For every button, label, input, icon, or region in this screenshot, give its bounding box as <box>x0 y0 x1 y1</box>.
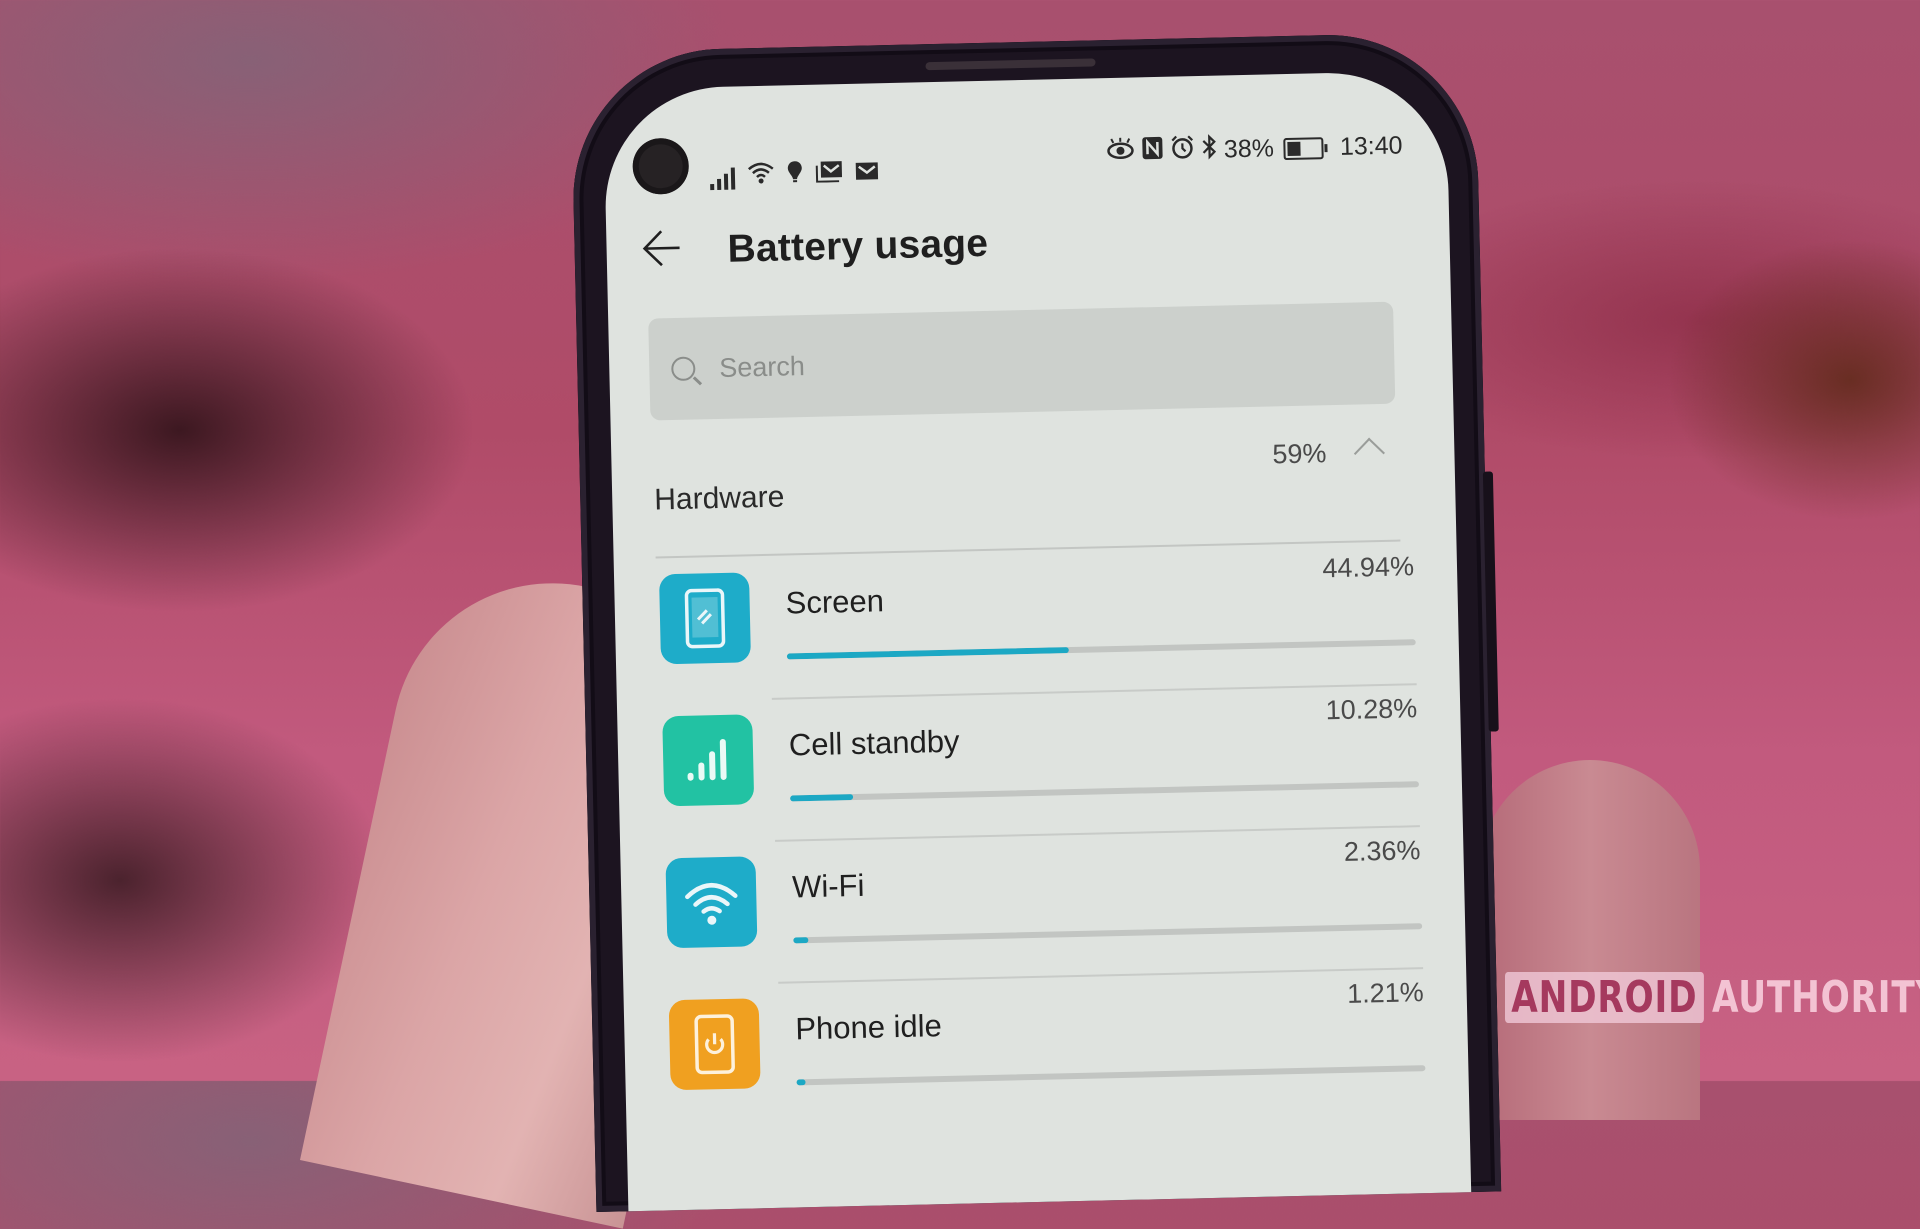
watermark-logo: ANDROID AUTHORITY <box>1505 972 1920 1023</box>
signal-icon <box>710 166 736 191</box>
list-item[interactable]: Wi-Fi 2.36% <box>665 835 1424 992</box>
page-title: Battery usage <box>727 221 989 271</box>
screen-icon <box>658 572 752 665</box>
phone-screen: 38% 13:40 Battery usage Hardware 59% Scr… <box>602 70 1472 1212</box>
finger <box>1480 760 1700 1120</box>
search-input[interactable] <box>716 337 1322 385</box>
item-label: Cell standby <box>788 723 960 763</box>
usage-bar-fill <box>790 794 854 802</box>
gmail-icon <box>855 161 880 187</box>
usage-bar-fill <box>796 1079 807 1086</box>
chevron-up-icon[interactable] <box>1353 437 1385 469</box>
wifi-icon <box>747 160 776 190</box>
arrow-left-icon[interactable] <box>641 228 682 275</box>
usage-bar <box>786 639 1416 660</box>
cell-signal-icon <box>662 714 755 807</box>
battery-percent: 38% <box>1223 134 1275 164</box>
item-percent: 1.21% <box>1346 977 1424 1009</box>
phone: 38% 13:40 Battery usage Hardware 59% Scr… <box>570 31 1502 1212</box>
earpiece-speaker <box>925 58 1096 71</box>
watermark-authority: AUTHORITY <box>1711 972 1920 1023</box>
phone-idle-icon <box>668 998 761 1091</box>
section-header-hardware[interactable]: Hardware 59% <box>653 432 1401 559</box>
usage-bar <box>790 781 1420 802</box>
app-bar: Battery usage <box>641 221 989 275</box>
eye-comfort-icon <box>1106 136 1137 168</box>
search-bar[interactable] <box>648 301 1396 421</box>
item-percent: 44.94% <box>1322 551 1415 584</box>
wifi-icon <box>665 856 758 949</box>
list-item[interactable]: Phone idle 1.21% <box>668 977 1427 1134</box>
section-title: Hardware <box>653 480 785 517</box>
item-label: Phone idle <box>794 1008 943 1047</box>
watermark-android: ANDROID <box>1505 972 1704 1023</box>
status-time: 13:40 <box>1339 131 1403 161</box>
section-percent: 59% <box>1272 438 1327 470</box>
front-camera <box>632 137 690 195</box>
alarm-icon <box>1170 134 1197 168</box>
usage-bar <box>796 1065 1426 1086</box>
status-bar-left <box>710 157 880 191</box>
battery-level-fill <box>1287 141 1301 156</box>
usage-bar-fill <box>786 647 1070 660</box>
item-label: Screen <box>785 583 885 621</box>
item-label: Wi-Fi <box>791 867 865 905</box>
search-icon <box>671 356 696 382</box>
side-button[interactable] <box>1482 471 1499 732</box>
item-percent: 2.36% <box>1343 835 1421 867</box>
battery-icon <box>1283 136 1325 160</box>
gmail-stack-icon <box>815 160 844 188</box>
item-percent: 10.28% <box>1325 693 1418 726</box>
location-icon <box>787 159 804 188</box>
list-item[interactable]: Screen 44.94% <box>658 551 1417 708</box>
status-bar-right: 38% 13:40 <box>1106 129 1403 169</box>
usage-bar <box>793 923 1423 944</box>
bluetooth-icon <box>1202 134 1219 167</box>
nfc-icon <box>1142 136 1165 167</box>
list-item[interactable]: Cell standby 10.28% <box>662 693 1420 850</box>
usage-bar-fill <box>793 937 809 944</box>
